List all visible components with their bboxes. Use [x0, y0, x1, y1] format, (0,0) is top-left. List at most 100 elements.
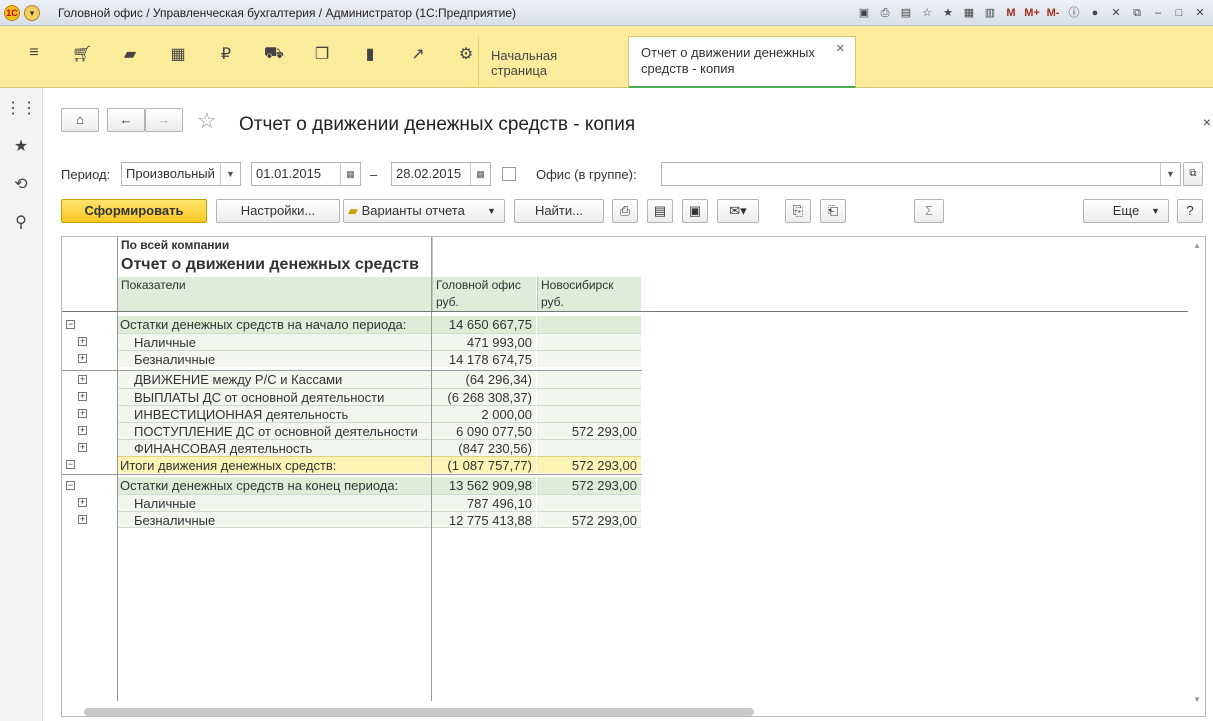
close-form-icon[interactable]: ×: [1203, 114, 1211, 130]
collapse-icon[interactable]: −: [66, 320, 75, 329]
expand-icon[interactable]: +: [78, 409, 87, 418]
expand-icon[interactable]: +: [78, 498, 87, 507]
collapse-icon[interactable]: −: [66, 481, 75, 490]
chevron-down-icon[interactable]: ▼: [1160, 163, 1180, 185]
report-spreadsheet[interactable]: По всей компании Отчет о движении денежн…: [61, 236, 1206, 717]
calendar-picker-icon[interactable]: ▦: [340, 163, 360, 185]
horizontal-scrollbar[interactable]: [84, 708, 754, 716]
left-sidebar: ⋮⋮ ★ ⟲ ⚲: [0, 88, 43, 721]
expand-icon[interactable]: +: [78, 426, 87, 435]
back-button[interactable]: ←: [107, 108, 145, 132]
help-button[interactable]: ?: [1177, 199, 1203, 223]
row-label: ДВИЖЕНИЕ между Р/С и Кассами: [118, 371, 431, 388]
main-menu-icon[interactable]: ▾: [24, 4, 40, 21]
copy-button[interactable]: ⎘: [785, 199, 811, 223]
paste-button[interactable]: ⎗: [820, 199, 846, 223]
info-icon[interactable]: ⓘ: [1065, 4, 1083, 22]
expand-icon[interactable]: +: [78, 354, 87, 363]
expand-icon[interactable]: +: [78, 375, 87, 384]
report-company: По всей компании: [121, 238, 230, 252]
row-value-head-office: 13 562 909,98: [432, 477, 536, 494]
save-icon[interactable]: ▣: [855, 4, 873, 22]
favorites-star-icon[interactable]: ★: [0, 136, 42, 164]
memory-m-button[interactable]: M: [1002, 4, 1020, 22]
more-button[interactable]: Еще ▼: [1083, 199, 1169, 223]
row-label: Наличные: [118, 494, 431, 511]
maximize-icon[interactable]: □: [1170, 4, 1188, 22]
row-value-novosibirsk: [537, 333, 641, 350]
date-from-field[interactable]: 01.01.2015 ▦: [251, 162, 361, 186]
more-label: Еще: [1112, 203, 1140, 218]
calendar-picker-icon[interactable]: ▦: [470, 163, 490, 185]
memory-mminus-button[interactable]: M-: [1044, 4, 1062, 22]
expand-icon[interactable]: +: [78, 515, 87, 524]
scroll-down-icon[interactable]: ▼: [1193, 695, 1201, 704]
preview-button[interactable]: ▤: [647, 199, 673, 223]
row-value-head-office: (847 230,56): [432, 439, 536, 456]
menu-icon[interactable]: ≡: [10, 44, 58, 64]
open-office-button[interactable]: ⧉: [1183, 162, 1203, 186]
find-button[interactable]: Найти...: [514, 199, 604, 223]
col-header-novosibirsk: Новосибирск: [537, 277, 641, 294]
sections-panel: ≡ 🛒︎ ▰ ▦ ₽ ⛟ ❐ ▮ ↗ ⚙ Начальная страница …: [0, 26, 1213, 89]
sum-button[interactable]: Σ: [914, 199, 944, 223]
date-to-field[interactable]: 28.02.2015 ▦: [391, 162, 491, 186]
documents-icon[interactable]: ❐: [298, 44, 346, 64]
chevron-down-icon: ▼: [487, 206, 496, 216]
close-icon[interactable]: ✕: [1191, 4, 1209, 22]
1c-logo-icon[interactable]: 1С: [4, 4, 20, 21]
favorites-icon[interactable]: ★: [939, 4, 957, 22]
date-from-value: 01.01.2015: [256, 166, 322, 181]
calculator-icon[interactable]: ▦: [960, 4, 978, 22]
collapse-icon[interactable]: −: [66, 460, 75, 469]
report-title: Отчет о движении денежных средств: [121, 256, 419, 273]
trend-icon[interactable]: ↗: [394, 44, 442, 64]
header-divider: [432, 237, 433, 277]
row-value-head-office: 2 000,00: [432, 405, 536, 422]
expand-icon[interactable]: +: [78, 392, 87, 401]
col-header-head-office: Головной офис: [432, 277, 536, 294]
ruble-icon[interactable]: ₽: [202, 44, 250, 64]
office-filter-checkbox[interactable]: [502, 167, 516, 181]
bar-chart-icon[interactable]: ▮: [346, 44, 394, 64]
print-icon[interactable]: ⎙: [876, 4, 894, 22]
generate-button[interactable]: Сформировать: [61, 199, 207, 223]
cart-icon[interactable]: 🛒︎: [58, 44, 106, 64]
report-variants-button[interactable]: ▰ Варианты отчета ▼: [343, 199, 505, 223]
forward-button[interactable]: →: [145, 108, 183, 132]
tab-home[interactable]: Начальная страница: [478, 36, 628, 88]
restore-icon[interactable]: ⧉: [1128, 4, 1146, 22]
apps-icon[interactable]: ⋮⋮: [0, 98, 42, 126]
tab-report[interactable]: Отчет о движении денежных средств - копи…: [628, 36, 856, 89]
period-label: Период:: [61, 167, 111, 182]
row-value-novosibirsk: [537, 388, 641, 405]
send-email-button[interactable]: ✉▾: [717, 199, 759, 223]
close-window-icon[interactable]: ✕: [1107, 4, 1125, 22]
close-tab-icon[interactable]: ✕: [836, 41, 845, 57]
expand-icon[interactable]: +: [78, 443, 87, 452]
period-select[interactable]: Произвольный ▼: [121, 162, 241, 186]
bag-icon[interactable]: ▰: [106, 44, 154, 64]
expand-icon[interactable]: +: [78, 337, 87, 346]
chevron-down-icon[interactable]: ▼: [220, 163, 240, 185]
favorite-add-icon[interactable]: ☆: [918, 4, 936, 22]
record-icon[interactable]: ●: [1086, 4, 1104, 22]
favorite-star-icon[interactable]: ☆: [197, 108, 217, 134]
memory-mplus-button[interactable]: M+: [1023, 4, 1041, 22]
home-button[interactable]: ⌂: [61, 108, 99, 132]
minimize-icon[interactable]: –: [1149, 4, 1167, 22]
office-label: Офис (в группе):: [536, 167, 637, 182]
settings-button[interactable]: Настройки...: [216, 199, 340, 223]
preview-icon[interactable]: ▤: [897, 4, 915, 22]
scroll-up-icon[interactable]: ▲: [1193, 241, 1201, 250]
truck-icon[interactable]: ⛟: [250, 44, 298, 64]
print-button[interactable]: ⎙: [612, 199, 638, 223]
row-label: ВЫПЛАТЫ ДС от основной деятельности: [118, 388, 431, 405]
row-value-novosibirsk: [537, 439, 641, 456]
office-field[interactable]: ▼: [661, 162, 1181, 186]
calendar-icon[interactable]: ▥: [981, 4, 999, 22]
history-icon[interactable]: ⟲: [0, 174, 42, 202]
search-icon[interactable]: ⚲: [0, 212, 42, 240]
grid-icon[interactable]: ▦: [154, 44, 202, 64]
save-button[interactable]: ▣: [682, 199, 708, 223]
